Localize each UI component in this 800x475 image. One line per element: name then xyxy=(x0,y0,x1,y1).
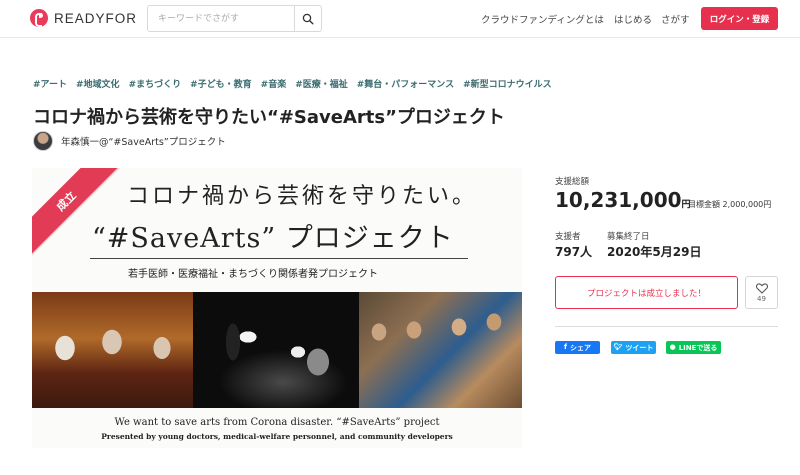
nav-about[interactable]: クラウドファンディングとは xyxy=(481,12,604,26)
supporters-value: 797人 xyxy=(555,245,593,259)
tag-local-culture[interactable]: #地域文化 xyxy=(76,77,120,90)
line-share-button[interactable]: ● LINEで送る xyxy=(666,341,721,354)
panel-divider xyxy=(555,326,778,327)
logo[interactable]: READYFOR xyxy=(30,9,137,27)
project-main-image: コロナ禍から芸術を守りたい。 “#SaveArts” プロジェクト 若手医師・医… xyxy=(32,168,522,448)
twitter-share-button[interactable]: 🐦︎ ツイート xyxy=(611,341,656,354)
heart-icon xyxy=(755,282,768,294)
facebook-icon: f xyxy=(563,343,568,351)
owner-avatar xyxy=(33,131,53,151)
project-owner[interactable]: 年森慎一@“#SaveArts”プロジェクト xyxy=(33,131,226,151)
photo-stage-reading xyxy=(193,292,359,408)
tag-music[interactable]: #音楽 xyxy=(261,77,287,90)
favorite-button[interactable]: 49 xyxy=(745,276,778,309)
goal-amount: 目標金額 2,000,000円 xyxy=(688,200,772,209)
nav-start[interactable]: はじめる xyxy=(614,12,652,26)
total-amount: 10,231,000円 xyxy=(555,188,691,212)
end-date-label: 募集終了日 xyxy=(607,232,650,242)
hero-english-credit: Presented by young doctors, medical-welf… xyxy=(101,432,453,441)
hero-headline: コロナ禍から芸術を守りたい。 xyxy=(127,184,478,209)
tag-list: #アート #地域文化 #まちづくり #子ども・教育 #音楽 #医療・福祉 #舞台… xyxy=(33,77,552,90)
tag-community[interactable]: #まちづくり xyxy=(129,77,182,90)
photo-performers-group xyxy=(359,292,522,408)
line-share-label: LINEで送る xyxy=(678,343,718,352)
nav-browse[interactable]: さがす xyxy=(661,12,690,26)
owner-name: 年森慎一@“#SaveArts”プロジェクト xyxy=(61,137,226,148)
site-header: READYFOR クラウドファンディングとは はじめる さがす ログイン・登録 xyxy=(0,0,800,38)
project-success-button[interactable]: プロジェクトは成立しました！ xyxy=(555,276,738,309)
total-amount-value: 10,231,000 xyxy=(555,188,682,212)
tag-covid[interactable]: #新型コロナウイルス xyxy=(463,77,552,90)
photo-opera-audience xyxy=(32,292,193,408)
project-title: コロナ禍から芸術を守りたい“#SaveArts”プロジェクト xyxy=(33,107,505,128)
twitter-icon: 🐦︎ xyxy=(613,343,623,351)
hero-project-name: “#SaveArts” プロジェクト xyxy=(92,223,454,254)
search-button[interactable] xyxy=(294,6,321,31)
tag-children-education[interactable]: #子ども・教育 xyxy=(190,77,252,90)
search-box xyxy=(147,5,322,32)
end-date-value: 2020年5月29日 xyxy=(607,245,702,259)
readyfor-logo-icon xyxy=(30,9,48,27)
supporters-label: 支援者 xyxy=(555,232,581,242)
login-button[interactable]: ログイン・登録 xyxy=(701,7,778,30)
tag-art[interactable]: #アート xyxy=(33,77,67,90)
hero-photo-strip xyxy=(32,292,522,408)
line-icon: ● xyxy=(669,343,676,351)
twitter-share-label: ツイート xyxy=(625,343,654,352)
total-label: 支援総額 xyxy=(555,177,590,187)
hero-subtitle: 若手医師・医療福祉・まちづくり関係者発プロジェクト xyxy=(128,269,378,280)
facebook-share-button[interactable]: f シェア xyxy=(555,341,600,354)
search-icon xyxy=(302,13,314,25)
tag-stage-performance[interactable]: #舞台・パフォーマンス xyxy=(357,77,454,90)
facebook-share-label: シェア xyxy=(570,343,592,352)
hero-english-title: We want to save arts from Corona disaste… xyxy=(114,417,440,428)
hero-divider xyxy=(90,258,468,259)
favorite-count: 49 xyxy=(757,294,766,303)
search-input[interactable] xyxy=(148,6,294,31)
logo-text: READYFOR xyxy=(54,10,138,26)
tag-medical-welfare[interactable]: #医療・福祉 xyxy=(295,77,348,90)
